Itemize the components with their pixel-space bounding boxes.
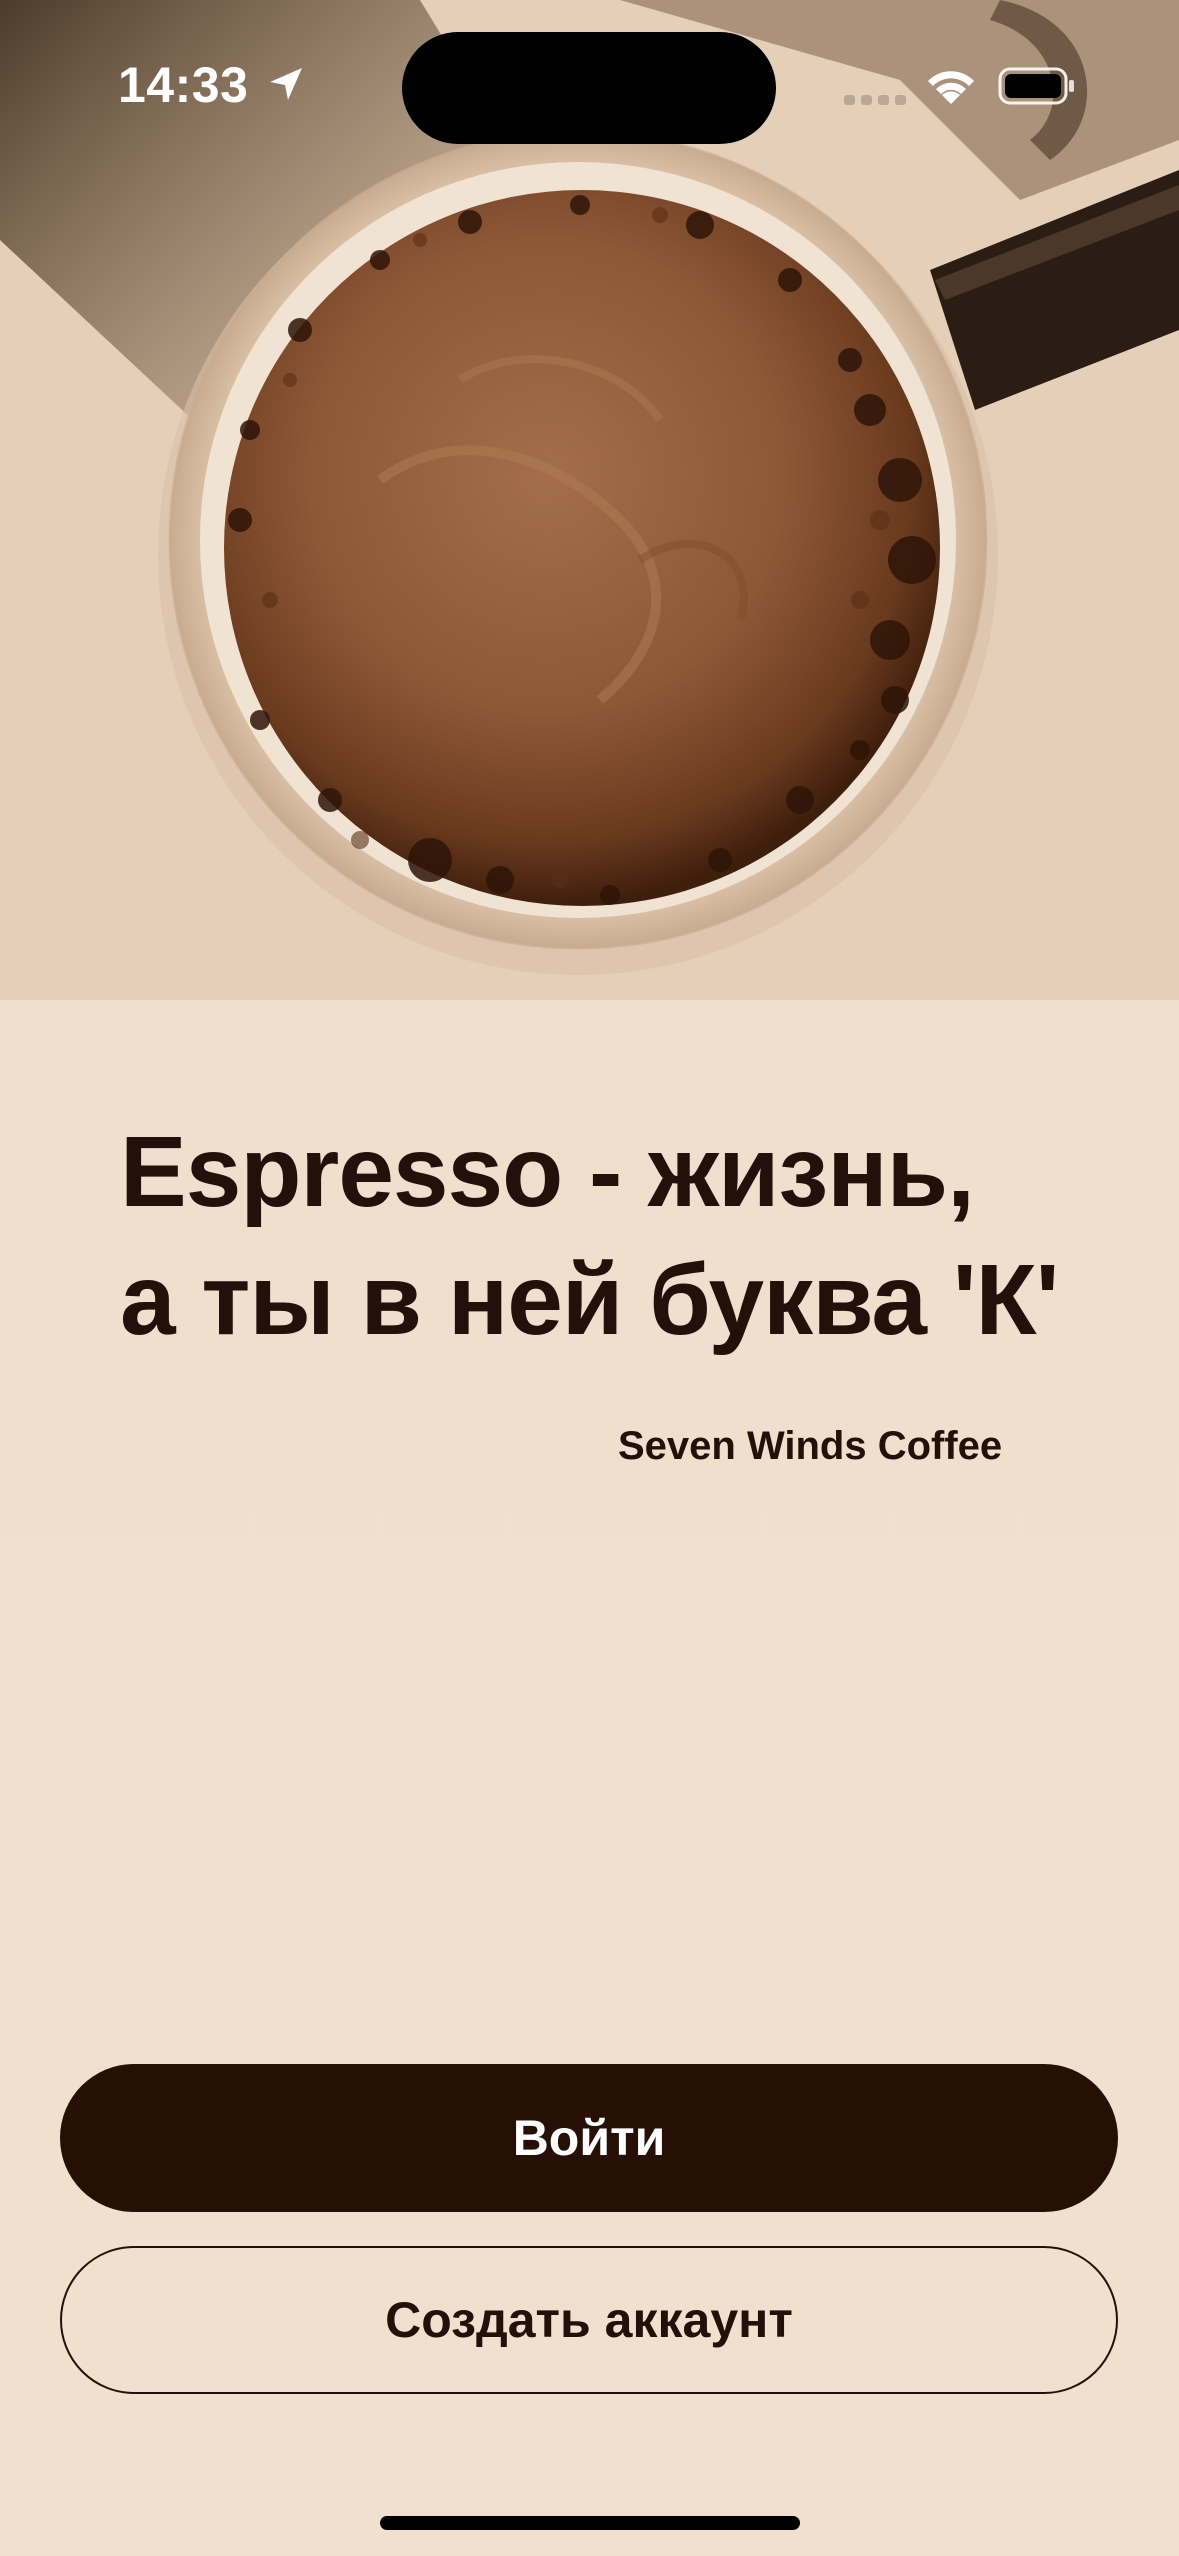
home-indicator[interactable] — [380, 2516, 800, 2530]
dynamic-island — [402, 32, 776, 144]
brand-name: Seven Winds Coffee — [618, 1424, 1003, 1468]
welcome-screen: 14:33 Espresso - жизнь, а ты в ней буква… — [0, 0, 1179, 2556]
status-bar: 14:33 — [0, 0, 1179, 170]
status-time: 14:33 — [118, 57, 249, 113]
create-account-button-label: Создать аккаунт — [385, 2292, 793, 2348]
login-button[interactable]: Войти — [60, 2064, 1118, 2212]
login-button-label: Войти — [512, 2110, 666, 2166]
create-account-button[interactable]: Создать аккаунт — [60, 2246, 1118, 2394]
battery-icon — [998, 67, 1074, 105]
location-arrow-icon — [270, 68, 302, 100]
wifi-icon — [928, 71, 974, 104]
headline-line-1: Espresso - жизнь, — [120, 1116, 975, 1228]
headline-line-2: а ты в ней буква 'К' — [120, 1244, 1059, 1356]
cellular-signal-icon — [844, 95, 906, 105]
headline: Espresso - жизнь, а ты в ней буква 'К' — [120, 1108, 1100, 1364]
